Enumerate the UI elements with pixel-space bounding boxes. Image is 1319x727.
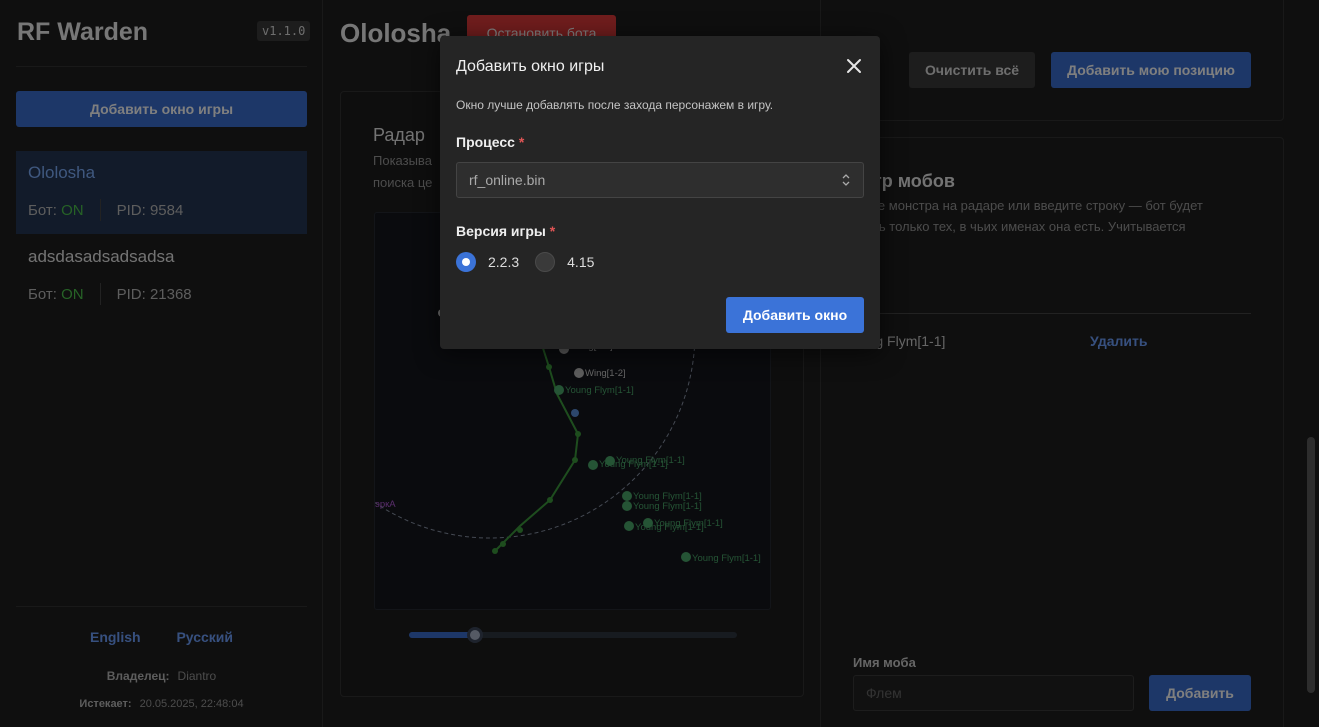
chevron-updown-icon [842, 174, 850, 186]
modal-note: Окно лучше добавлять после захода персон… [456, 98, 774, 112]
version-label: Версия игры * [456, 223, 555, 239]
add-window-modal: Добавить окно игры Окно лучше добавлять … [440, 36, 880, 349]
radio-label: 4.15 [567, 254, 595, 270]
required-mark: * [518, 134, 525, 150]
process-select[interactable]: rf_online.bin [456, 162, 864, 198]
version-label-text: Версия игры [456, 223, 546, 239]
radio-label: 2.2.3 [488, 254, 520, 270]
close-icon[interactable] [844, 56, 864, 76]
version-radio-4-15[interactable]: 4.15 [535, 252, 594, 272]
process-label-text: Процесс [456, 134, 515, 150]
process-label: Процесс * [456, 134, 524, 150]
required-mark: * [549, 223, 556, 239]
modal-title: Добавить окно игры [456, 58, 605, 75]
version-radio-group: 2.2.3 4.15 [456, 252, 610, 272]
radio-checked-icon[interactable] [456, 252, 476, 272]
process-select-value: rf_online.bin [469, 172, 546, 188]
add-window-submit-button[interactable]: Добавить окно [726, 297, 864, 333]
version-radio-2-2-3[interactable]: 2.2.3 [456, 252, 519, 272]
radio-unchecked-icon[interactable] [535, 252, 556, 272]
